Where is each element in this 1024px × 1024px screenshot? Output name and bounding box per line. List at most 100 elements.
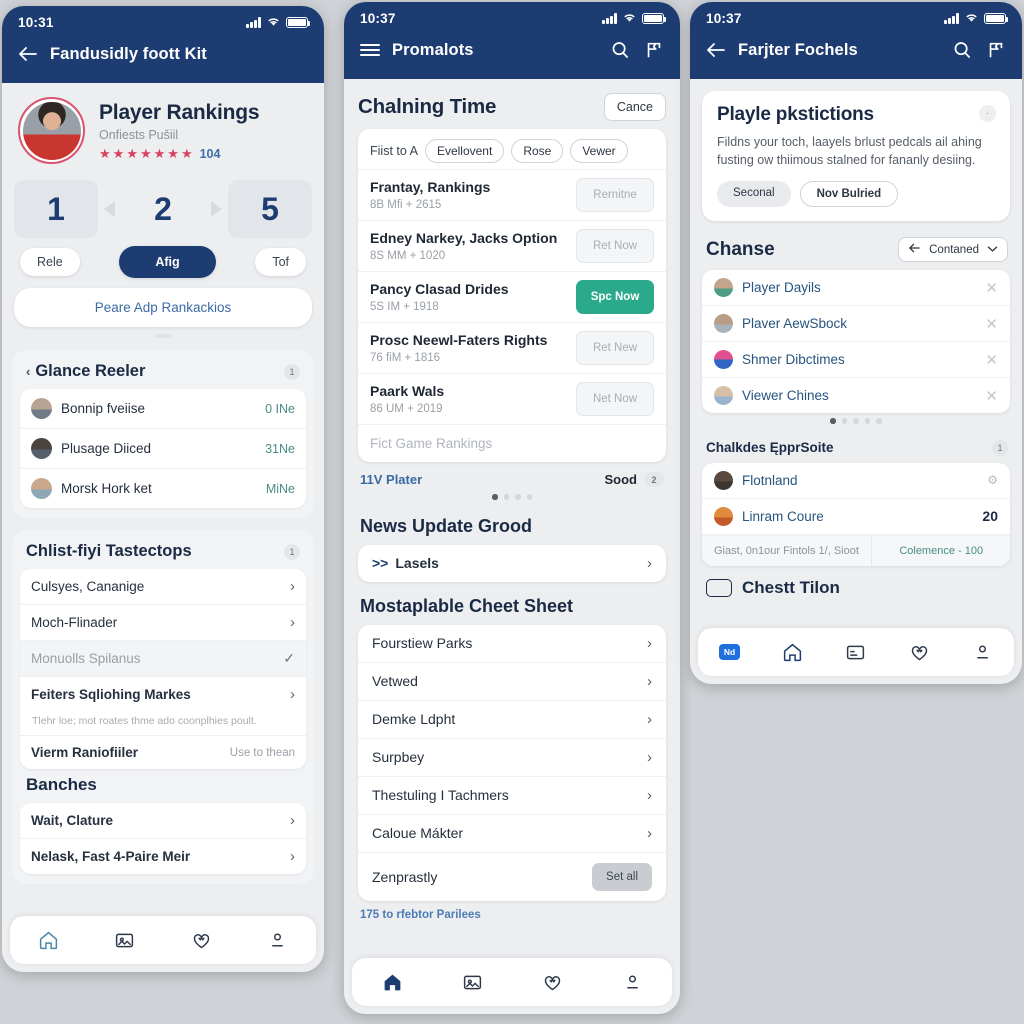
row-action-button[interactable]: Net Now [576,382,654,416]
list-item[interactable]: Zenprastly Set all [358,853,666,901]
seconal-button[interactable]: Seconal [717,181,791,208]
pill-rele[interactable]: Rele [20,248,80,276]
list-item[interactable]: Player Dayils ✕ [702,270,1010,307]
pill-tof[interactable]: Tof [255,248,306,276]
list-item[interactable]: Caloue Mákter › [358,815,666,853]
tab-card[interactable] [105,925,145,955]
more-icon[interactable]: · [979,105,996,122]
caret-left-icon [104,201,115,217]
tab-card[interactable] [452,967,492,997]
arrow-left-icon[interactable] [704,38,728,62]
list-item[interactable]: Plusage Diiced 31Ne [20,429,306,469]
tab-badge[interactable]: Nd [710,637,750,667]
table-row[interactable]: Paark Wals 86 UM + 2019 Net Now [358,373,666,424]
list-item[interactable]: Surpbey › [358,739,666,777]
set-all-button[interactable]: Set all [592,862,652,891]
cheat-link[interactable]: 175 to rfebtor Parilees [344,901,680,923]
tab-home[interactable] [372,967,412,997]
chestt-row[interactable]: Chestt Tilon [690,566,1022,598]
close-icon[interactable]: ✕ [985,315,998,333]
tile-prev[interactable]: 1 [14,180,98,238]
flag-icon[interactable] [984,38,1008,62]
table-row[interactable]: Linram Coure 20 [702,499,1010,535]
list-item[interactable]: Nelask, Fast 4-Paire Meir › [20,839,306,874]
tab-home[interactable] [28,925,68,955]
avatar [31,398,52,419]
list-item[interactable]: >> Lasels › [358,545,666,582]
glance-name: Bonnip fveiise [61,401,146,416]
nov-bulried-button[interactable]: Nov Bulried [799,181,899,208]
close-icon[interactable]: ✕ [985,279,998,297]
row-action-button[interactable]: Ret New [576,331,654,365]
double-chevron-icon: >> [372,555,389,571]
tab-profile[interactable] [612,967,652,997]
chevron-right-icon: › [290,578,295,595]
chevron-right-icon: › [290,614,295,631]
list-item[interactable]: Feiters Sqliohing Markes › [20,677,306,712]
tile-next[interactable]: 5 [228,180,312,238]
chevron-right-icon: › [647,634,652,652]
search-icon[interactable] [608,38,632,62]
tab-profile[interactable] [962,637,1002,667]
branch-label: Wait, Clature [31,813,114,828]
chip-evellovent[interactable]: Evellovent [424,139,505,163]
glance-section: ‹ Glance Reeler 1 Bonnip fveiise 0 INe P… [12,350,314,518]
tab-heart[interactable] [181,925,221,955]
gear-icon[interactable]: ⚙ [987,473,998,487]
list-item[interactable]: Fourstiew Parks › [358,625,666,663]
row-action-button[interactable]: Ret Now [576,229,654,263]
list-item[interactable]: Demke Ldpht › [358,701,666,739]
table-row[interactable]: Prosc Neewl-Faters Rights 76 fiM + 1816 … [358,322,666,373]
list-item[interactable]: Culsyes, Cananige › [20,569,306,605]
list-item[interactable]: Thestuling I Tachmers › [358,777,666,815]
avatar [18,97,85,164]
tab-heart[interactable] [532,967,572,997]
checklist-list: Culsyes, Cananige › Moch-Flinader › Monu… [20,569,306,769]
close-icon[interactable]: ✕ [985,351,998,369]
list-item[interactable]: Morsk Hork ket MiNe [20,469,306,508]
table-row[interactable]: Flotnland ⚙ [702,463,1010,499]
right-navbar: 10:37 Farjter Fochels [690,2,1022,79]
list-item[interactable]: Plaver AewSbock ✕ [702,306,1010,343]
table-row[interactable]: Pancy Clasad Drides 5S IM + 1918 Spc Now [358,271,666,322]
contaned-select[interactable]: Contaned [898,237,1008,263]
cancel-button[interactable]: Cance [603,93,666,121]
carousel-dots[interactable] [690,413,1022,426]
carousel-dots[interactable] [344,489,680,502]
chip-vewer[interactable]: Vewer [570,139,628,163]
table-row[interactable]: Frantay, Rankings 8B Mfi + 2615 Rernitne [358,169,666,220]
list-item[interactable]: Wait, Clature › [20,803,306,839]
pill-afig[interactable]: Afig [119,246,216,278]
middle-header: Chalning Time Cance [344,79,680,129]
drag-handle[interactable] [155,334,171,338]
tab-home[interactable] [773,637,813,667]
flag-icon[interactable] [642,38,666,62]
row-action-button[interactable]: Rernitne [576,178,654,212]
list-item[interactable]: Moch-Flinader › [20,605,306,641]
table-row[interactable]: Edney Narkey, Jacks Option 8S MM + 1020 … [358,220,666,271]
tile-current[interactable]: 2 [121,180,205,238]
list-item[interactable]: Vetwed › [358,663,666,701]
hamburger-icon[interactable] [358,38,382,62]
close-icon[interactable]: ✕ [985,387,998,405]
row-action-button-primary[interactable]: Spc Now [576,280,654,314]
footer-link[interactable]: 11V Plater [360,472,422,487]
list-item[interactable]: Viewer Chines ✕ [702,378,1010,413]
checkbox-icon[interactable] [706,578,732,597]
cheat-label: Demke Ldpht [372,711,456,727]
list-item[interactable]: Shmer Dibctimes ✕ [702,342,1010,379]
list-item[interactable]: Monuolls Spilanus ✓ [20,641,306,677]
row-sub: 8S MM + 1020 [370,250,446,262]
glance-value: MiNe [265,481,295,496]
ghost-row[interactable]: Fict Game Rankings [358,424,666,462]
tab-card[interactable] [836,637,876,667]
chip-rose[interactable]: Rose [511,139,564,163]
list-item[interactable]: Bonnip fveiise 0 INe [20,389,306,429]
arrow-left-icon[interactable] [16,42,40,66]
search-icon[interactable] [950,38,974,62]
adp-rankings-button[interactable]: Peare Adp Rankackios [14,288,312,327]
list-item[interactable]: Vierm Raniofiiler Use to thean [20,736,306,769]
tab-heart[interactable] [899,637,939,667]
tab-profile[interactable] [258,925,298,955]
chevron-left-icon[interactable]: ‹ [26,364,30,379]
